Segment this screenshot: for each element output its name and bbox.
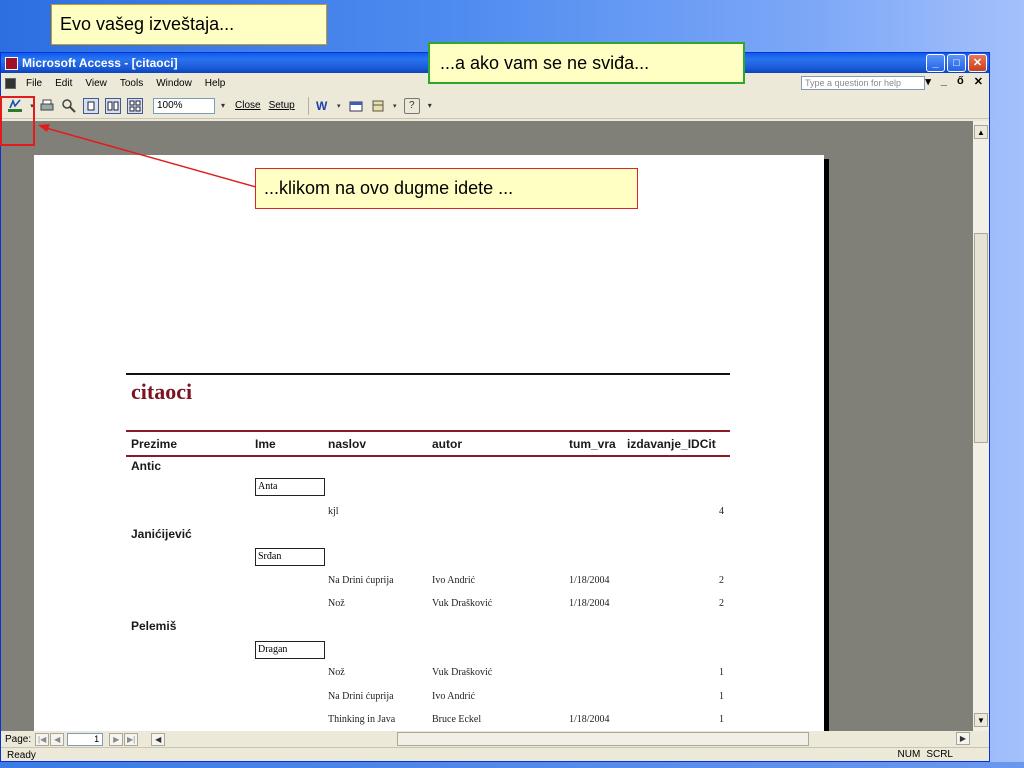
column-header-id: izdavanje_IDCit bbox=[627, 437, 716, 451]
row-naslov: Na Drini ćuprija bbox=[328, 691, 394, 702]
access-window: Microsoft Access - [citaoci] _ □ ✕ File … bbox=[0, 52, 990, 762]
column-header-datum: tum_vra bbox=[569, 437, 616, 451]
row-autor: Vuk Drašković bbox=[432, 667, 493, 678]
row-autor: Vuk Drašković bbox=[432, 598, 493, 609]
page-number-input[interactable]: 1 bbox=[67, 732, 104, 746]
scroll-thumb[interactable] bbox=[974, 233, 988, 443]
one-page-icon[interactable] bbox=[83, 97, 99, 114]
minimize-button[interactable]: _ bbox=[926, 54, 945, 72]
callout-dislike: ...a ako vam se ne sviđa... bbox=[428, 42, 745, 84]
toolbar-options-icon[interactable]: ▾ bbox=[426, 98, 434, 114]
row-id: 1 bbox=[719, 691, 724, 702]
callout-report: Evo vašeg izveštaja... bbox=[51, 4, 327, 45]
scroll-down-icon[interactable]: ▼ bbox=[974, 713, 988, 727]
print-icon[interactable] bbox=[39, 98, 55, 114]
close-button[interactable]: ✕ bbox=[968, 54, 987, 72]
row-naslov: kjl bbox=[328, 506, 339, 517]
next-page-icon[interactable]: ▶ bbox=[109, 732, 124, 746]
horizontal-scrollbar[interactable] bbox=[397, 732, 809, 746]
group-prezime: Janićijević bbox=[131, 527, 192, 541]
toolbar-separator bbox=[307, 96, 309, 115]
highlight-box bbox=[0, 96, 35, 146]
group-ime: Srđan bbox=[255, 548, 325, 566]
group-prezime: Pelemiš bbox=[131, 619, 177, 633]
menu-tools[interactable]: Tools bbox=[120, 78, 143, 89]
num-lock-indicator: NUM bbox=[897, 749, 921, 760]
scroll-left-icon[interactable]: ◀ bbox=[151, 732, 166, 746]
column-header-ime: Ime bbox=[255, 437, 276, 451]
row-datum: 1/18/2004 bbox=[569, 575, 610, 586]
row-id: 1 bbox=[719, 667, 724, 678]
maximize-button[interactable]: □ bbox=[947, 54, 966, 72]
chevron-down-icon[interactable]: ▾ bbox=[219, 98, 227, 114]
setup-button[interactable]: Setup bbox=[269, 100, 295, 111]
row-naslov: Nož bbox=[328, 667, 345, 678]
row-datum: 1/18/2004 bbox=[569, 598, 610, 609]
report-top-rule bbox=[126, 373, 730, 375]
help-search-input[interactable]: Type a question for help bbox=[801, 76, 925, 90]
row-naslov: Thinking in Java bbox=[328, 714, 396, 725]
row-id: 1 bbox=[719, 714, 724, 725]
zoom-icon[interactable] bbox=[61, 98, 77, 114]
print-preview-toolbar: ▾ 100% ▾ Close Setup W ▾ ▾ ? ▾ bbox=[1, 93, 989, 119]
group-ime: Anta bbox=[255, 478, 325, 496]
menu-edit[interactable]: Edit bbox=[55, 78, 72, 89]
callout-button: ...klikom na ovo dugme idete ... bbox=[255, 168, 638, 209]
new-object-icon[interactable] bbox=[370, 98, 386, 114]
office-links-icon[interactable]: W bbox=[314, 98, 330, 114]
row-id: 4 bbox=[719, 506, 724, 517]
scroll-up-icon[interactable]: ▲ bbox=[974, 125, 988, 139]
header-bottom-rule bbox=[126, 455, 730, 457]
doc-minimize-button[interactable]: _ bbox=[941, 75, 947, 88]
row-autor: Ivo Andrić bbox=[432, 575, 476, 586]
window-title: Microsoft Access - [citaoci] bbox=[22, 56, 178, 70]
group-prezime: Antic bbox=[131, 459, 161, 473]
row-autor: Ivo Andrić bbox=[432, 691, 476, 702]
column-header-naslov: naslov bbox=[328, 437, 367, 451]
report-title: citaoci bbox=[131, 379, 193, 404]
row-datum: 1/18/2004 bbox=[569, 714, 610, 725]
scroll-right-icon[interactable]: ▶ bbox=[956, 732, 970, 745]
menu-file[interactable]: File bbox=[26, 78, 42, 89]
zoom-select[interactable]: 100% bbox=[153, 97, 215, 114]
close-preview-button[interactable]: Close bbox=[235, 100, 261, 111]
help-icon[interactable]: ? bbox=[403, 97, 420, 114]
doc-restore-button[interactable]: ő bbox=[957, 75, 964, 88]
status-text: Ready bbox=[7, 749, 36, 761]
last-page-icon[interactable]: ▶| bbox=[124, 732, 139, 746]
page-label: Page: bbox=[5, 733, 32, 745]
row-naslov: Na Drini ćuprija bbox=[328, 575, 394, 586]
multiple-pages-icon[interactable] bbox=[127, 97, 143, 114]
document-icon[interactable] bbox=[5, 77, 16, 89]
row-autor: Bruce Eckel bbox=[432, 714, 482, 725]
group-ime: Dragan bbox=[255, 641, 325, 659]
help-dropdown-icon[interactable]: ▾ bbox=[925, 75, 931, 88]
menu-window[interactable]: Window bbox=[156, 78, 192, 89]
chevron-down-icon[interactable]: ▾ bbox=[392, 98, 398, 114]
row-id: 2 bbox=[719, 575, 724, 586]
menu-help[interactable]: Help bbox=[205, 78, 226, 89]
row-naslov: Nož bbox=[328, 598, 345, 609]
column-header-autor: autor bbox=[432, 437, 462, 451]
status-bar: Ready NUM SCRL bbox=[1, 747, 989, 762]
print-preview-area[interactable]: citaoci Prezime Ime naslov autor tum_vra… bbox=[1, 121, 973, 731]
access-app-icon bbox=[5, 56, 18, 70]
first-page-icon[interactable]: |◀ bbox=[35, 732, 50, 746]
record-navigation-bar: Page: |◀ ◀ 1 ▶ ▶| ◀ ▶ bbox=[1, 731, 989, 747]
chevron-down-icon[interactable]: ▾ bbox=[336, 98, 342, 114]
slide-background-strip bbox=[0, 762, 1024, 768]
report-page: citaoci Prezime Ime naslov autor tum_vra… bbox=[34, 155, 824, 731]
vertical-scrollbar[interactable]: ▲ ▼ bbox=[973, 121, 989, 731]
doc-close-button[interactable]: ✕ bbox=[974, 75, 983, 88]
row-id: 2 bbox=[719, 598, 724, 609]
menu-view[interactable]: View bbox=[85, 78, 107, 89]
column-header-prezime: Prezime bbox=[131, 437, 178, 451]
previous-page-icon[interactable]: ◀ bbox=[50, 732, 65, 746]
database-window-icon[interactable] bbox=[348, 98, 364, 114]
scroll-lock-indicator: SCRL bbox=[926, 749, 953, 760]
header-top-rule bbox=[126, 430, 730, 432]
two-pages-icon[interactable] bbox=[105, 97, 121, 114]
